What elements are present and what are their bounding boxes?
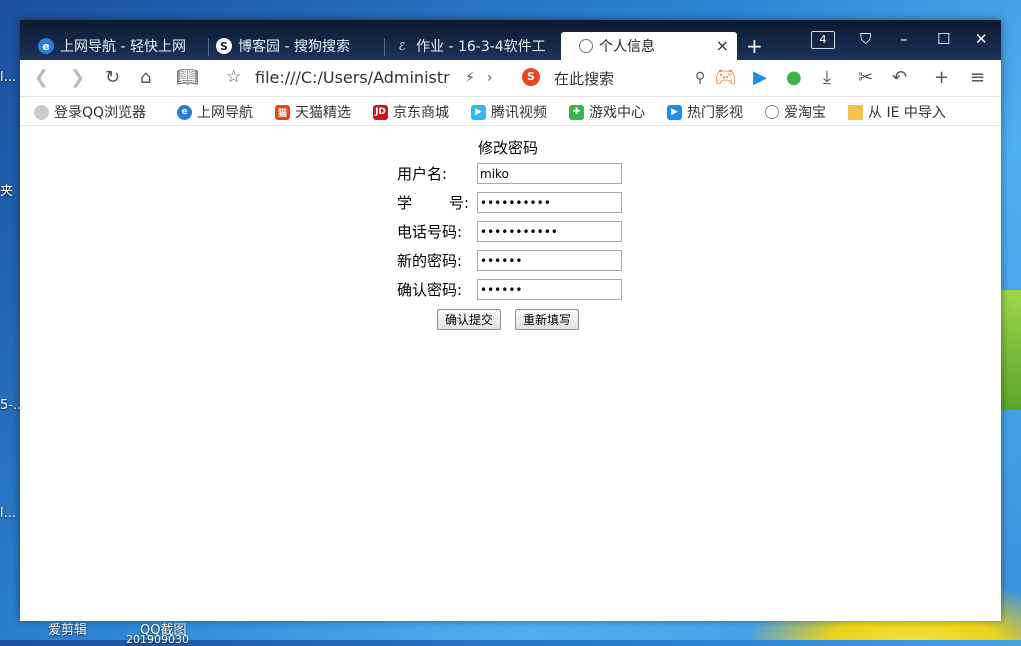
search-icon[interactable]: ⚲ bbox=[695, 70, 705, 86]
bookmark-jd[interactable]: JD 京东商城 bbox=[373, 102, 449, 122]
desktop-wallpaper-leaf bbox=[999, 290, 1021, 410]
phone-input[interactable] bbox=[477, 221, 622, 242]
refresh-icon[interactable]: ↻ bbox=[105, 67, 120, 88]
desktop-icon-label-4[interactable]: l... bbox=[0, 506, 16, 521]
bookmark-label: 京东商城 bbox=[393, 105, 449, 121]
maximize-icon[interactable]: ☐ bbox=[937, 30, 950, 48]
tab-1-label: 上网导航 - 轻快上网 bbox=[60, 39, 186, 55]
confirm-password-label: 确认密码: bbox=[397, 281, 463, 299]
tab-bar: e 上网导航 - 轻快上网 S 博客园 - 搜狗搜索 ℰ 作业 - 16-3-4… bbox=[20, 20, 1001, 60]
address-bar[interactable]: file:///C:/Users/Administr bbox=[255, 68, 450, 87]
tab-4-label: 个人信息 bbox=[599, 39, 655, 55]
student-id-label-part-1: 学 bbox=[397, 194, 413, 212]
wechat-icon[interactable]: ● bbox=[786, 67, 802, 88]
jd-icon: JD bbox=[373, 104, 388, 120]
tmall-icon: 猫 bbox=[275, 104, 290, 120]
username-input[interactable] bbox=[477, 163, 622, 184]
reader-icon[interactable]: 📖︎ bbox=[176, 67, 199, 88]
bookmark-label: 游戏中心 bbox=[589, 105, 645, 121]
bookmark-aitaobao[interactable]: 爱淘宝 bbox=[765, 102, 826, 122]
bookmarks-bar: 登录QQ浏览器 e 上网导航 猫 天猫精选 JD 京东商城 ▶ 腾讯视频 ✚ 游… bbox=[20, 97, 1001, 126]
tab-2[interactable]: S 博客园 - 搜狗搜索 bbox=[198, 32, 386, 60]
confirm-password-input[interactable] bbox=[477, 279, 622, 300]
confirm-password-row: 确认密码: bbox=[397, 279, 622, 300]
new-tab-button[interactable]: + bbox=[746, 34, 763, 58]
new-password-input[interactable] bbox=[477, 250, 622, 271]
bookmark-nav[interactable]: e 上网导航 bbox=[177, 102, 253, 122]
desktop-icon-label-5[interactable]: 爱剪辑 bbox=[48, 619, 87, 638]
bookmark-tmall[interactable]: 猫 天猫精选 bbox=[275, 102, 351, 122]
username-label: 用户名: bbox=[397, 165, 448, 183]
tab-4[interactable]: 个人信息 × bbox=[561, 32, 737, 60]
bookmark-label: 上网导航 bbox=[197, 105, 253, 121]
bookmark-tencent-video[interactable]: ▶ 腾讯视频 bbox=[471, 102, 547, 122]
submit-button[interactable]: 确认提交 bbox=[437, 309, 502, 330]
chevron-right-icon[interactable]: › bbox=[487, 70, 493, 86]
desktop-icon-label-2[interactable]: 夹 bbox=[0, 180, 13, 199]
homework-icon: ℰ bbox=[398, 39, 406, 53]
student-id-label-part-2: 号: bbox=[448, 194, 469, 212]
student-id-input[interactable] bbox=[477, 192, 622, 213]
menu-icon[interactable]: ≡ bbox=[970, 67, 985, 88]
download-icon[interactable]: ⤓ bbox=[823, 67, 831, 88]
play-icon: ▶ bbox=[471, 104, 486, 120]
close-icon[interactable]: × bbox=[716, 36, 729, 55]
username-row: 用户名: bbox=[397, 163, 622, 184]
star-icon[interactable]: ☆ bbox=[226, 67, 241, 87]
nav-toolbar: ❮ ❯ ↻ ⌂ 📖︎ ☆ file:///C:/Users/Administr … bbox=[20, 60, 1001, 97]
tab-1[interactable]: e 上网导航 - 轻快上网 bbox=[20, 32, 208, 60]
user-icon bbox=[34, 104, 49, 120]
globe-icon bbox=[765, 105, 779, 119]
undo-icon[interactable]: ↶ bbox=[892, 67, 907, 88]
bookmark-qq-login[interactable]: 登录QQ浏览器 bbox=[34, 102, 146, 122]
sogou-icon: S bbox=[216, 38, 232, 54]
ie-icon: e bbox=[177, 104, 192, 120]
video-icon[interactable]: ▶ bbox=[753, 67, 767, 88]
bookmark-label: 爱淘宝 bbox=[784, 105, 826, 121]
page-content: 修改密码 用户名: 学 号: 电话号码: 新的密码: 确认密码: 确认提交 重新… bbox=[20, 126, 1001, 621]
folder-icon bbox=[848, 104, 863, 120]
new-password-label: 新的密码: bbox=[397, 252, 463, 270]
game-icon[interactable]: 🎮︎ bbox=[714, 67, 737, 88]
bookmark-ie-import[interactable]: 从 IE 中导入 bbox=[848, 102, 946, 122]
back-icon[interactable]: ❮ bbox=[34, 67, 49, 88]
globe-icon bbox=[579, 39, 593, 53]
shirt-icon[interactable]: ⛉ bbox=[860, 30, 871, 48]
search-input[interactable]: 在此搜索 bbox=[554, 68, 614, 89]
reset-button[interactable]: 重新填写 bbox=[515, 309, 580, 330]
bookmark-label: 登录QQ浏览器 bbox=[54, 105, 147, 121]
phone-label: 电话号码: bbox=[397, 223, 463, 241]
browser-window: e 上网导航 - 轻快上网 S 博客园 - 搜狗搜索 ℰ 作业 - 16-3-4… bbox=[20, 20, 1001, 621]
gamepad-icon: ✚ bbox=[569, 104, 584, 120]
tab-2-label: 博客园 - 搜狗搜索 bbox=[238, 39, 350, 55]
bookmark-label: 热门影视 bbox=[687, 105, 743, 121]
phone-row: 电话号码: bbox=[397, 221, 622, 242]
bookmark-label: 腾讯视频 bbox=[491, 105, 547, 121]
tab-3[interactable]: ℰ 作业 - 16-3-4软件工 bbox=[376, 32, 551, 60]
form-title: 修改密码 bbox=[478, 139, 539, 157]
ie-icon: e bbox=[38, 38, 54, 54]
lightning-icon[interactable]: ⚡︎ bbox=[465, 70, 475, 86]
close-window-icon[interactable]: ✕ bbox=[975, 30, 988, 48]
tab-count-badge[interactable]: 4 bbox=[811, 31, 835, 49]
desktop-icon-label-1[interactable]: l... bbox=[0, 70, 16, 85]
bookmark-label: 从 IE 中导入 bbox=[868, 105, 946, 121]
home-icon[interactable]: ⌂ bbox=[140, 67, 151, 88]
bookmark-label: 天猫精选 bbox=[295, 105, 351, 121]
forward-icon[interactable]: ❯ bbox=[70, 67, 85, 88]
scissors-icon[interactable]: ✂ bbox=[858, 67, 873, 88]
new-password-row: 新的密码: bbox=[397, 250, 622, 271]
bookmark-games[interactable]: ✚ 游戏中心 bbox=[569, 102, 645, 122]
bookmark-movies[interactable]: ▶ 热门影视 bbox=[667, 102, 743, 122]
minimize-icon[interactable]: – bbox=[900, 30, 908, 48]
sogou-search-icon[interactable]: S bbox=[522, 68, 540, 86]
student-id-label: 学 号: bbox=[397, 192, 469, 213]
student-id-row: 学 号: bbox=[397, 192, 622, 213]
add-icon[interactable]: + bbox=[934, 67, 949, 88]
movie-icon: ▶ bbox=[667, 104, 682, 120]
tab-3-label: 作业 - 16-3-4软件工 bbox=[416, 39, 546, 55]
